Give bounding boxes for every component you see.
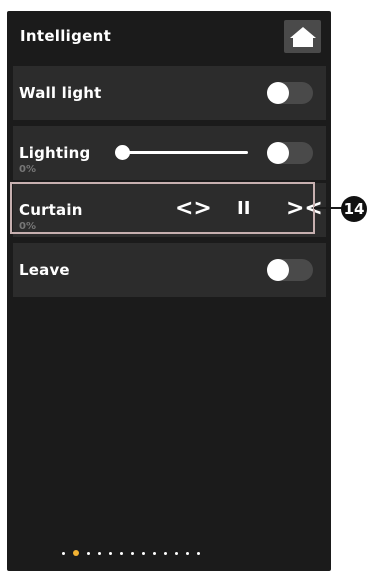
wall-light-label: Wall light: [19, 84, 102, 102]
curtain-open-button[interactable]: <>: [175, 198, 212, 220]
lighting-toggle[interactable]: [267, 142, 313, 164]
page-dot[interactable]: [131, 551, 134, 555]
page-dot-active[interactable]: [73, 550, 79, 556]
lighting-label: Lighting: [19, 144, 91, 162]
page-dot[interactable]: [62, 551, 65, 555]
wall-light-toggle[interactable]: [267, 82, 313, 104]
home-icon: [289, 26, 316, 47]
page-dot[interactable]: [197, 551, 200, 555]
toggle-knob: [267, 259, 289, 281]
page-dot[interactable]: [186, 551, 189, 555]
toggle-knob: [267, 142, 289, 164]
curtain-level-text: 0%: [19, 221, 36, 232]
page-title: Intelligent: [20, 27, 112, 45]
lighting-row: Lighting 0%: [13, 126, 326, 180]
curtain-row: Curtain 0% <> II ><: [13, 183, 326, 237]
home-button[interactable]: [284, 20, 321, 53]
leave-toggle[interactable]: [267, 259, 313, 281]
lighting-slider-track[interactable]: [123, 151, 248, 154]
toggle-knob: [267, 82, 289, 104]
leave-label: Leave: [19, 261, 70, 279]
callout-number-badge: 14: [341, 196, 367, 222]
page-dot[interactable]: [142, 551, 145, 555]
page-dot[interactable]: [153, 551, 156, 555]
page-indicator: [62, 549, 200, 557]
page-dot[interactable]: [109, 551, 112, 555]
callout-leader-line: [314, 207, 342, 209]
lighting-slider-handle[interactable]: [115, 145, 130, 160]
page-dot[interactable]: [120, 551, 123, 555]
page-dot[interactable]: [87, 551, 90, 555]
page-dot[interactable]: [98, 551, 101, 555]
curtain-close-button[interactable]: ><: [286, 198, 323, 220]
curtain-pause-button[interactable]: II: [237, 198, 250, 220]
wall-light-row: Wall light: [13, 66, 326, 120]
leave-row: Leave: [13, 243, 326, 297]
curtain-label: Curtain: [19, 201, 83, 219]
page-dot[interactable]: [164, 551, 167, 555]
device-screen: Intelligent Wall light Lighting 0% Curta…: [7, 11, 331, 571]
page-dot[interactable]: [175, 551, 178, 555]
lighting-level-text: 0%: [19, 164, 36, 175]
